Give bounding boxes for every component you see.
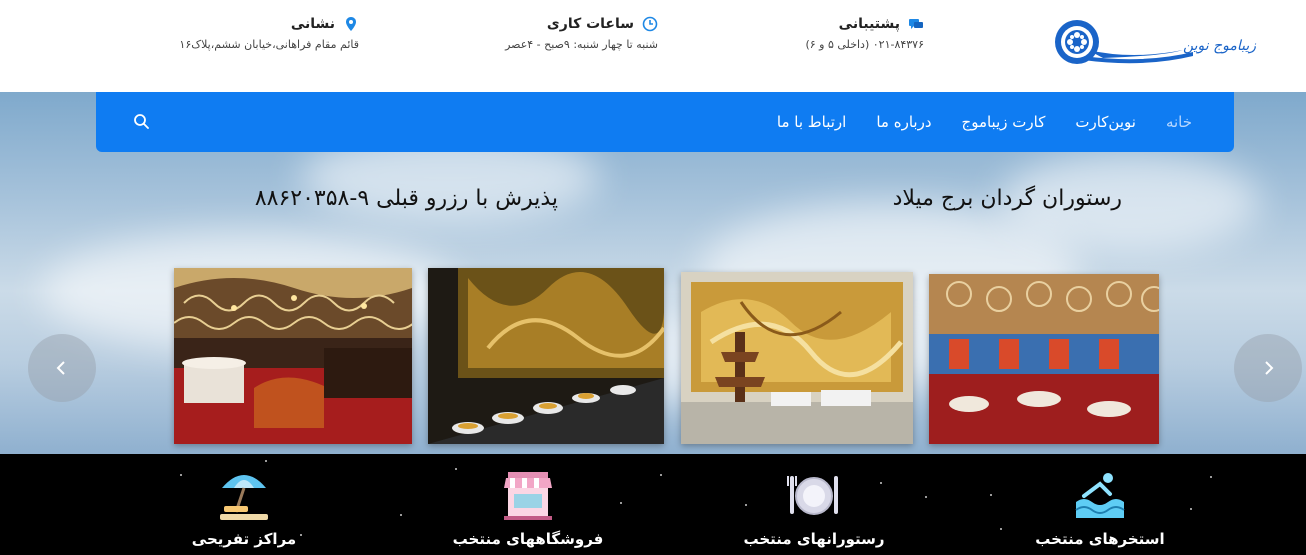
chevron-right-icon [1265,361,1274,375]
beach-umbrella-icon [220,475,268,520]
slider-prev-button[interactable] [28,334,96,402]
category-label: رستورانهای منتخب [743,530,885,548]
hours-title: ساعات کاری [546,16,634,32]
slider-next-button[interactable] [1234,334,1302,402]
nav-home[interactable]: خانه [1166,113,1192,131]
support-info: پشتیبانی ۰۲۱-۸۴۳۷۶ (داخلی ۵ و ۶) [805,16,924,51]
clock-icon [642,16,658,32]
slide-headline-restaurant: رستوران گردان برج میلاد [892,186,1122,211]
category-restaurants[interactable]: رستورانهای منتخب [714,466,914,548]
shop-icon [504,472,552,520]
category-label: مراکز تفریحی [191,530,297,548]
support-phone[interactable]: ۰۲۱-۸۴۳۷۶ (داخلی ۵ و ۶) [805,38,924,51]
chat-icon [909,19,923,29]
restaurant-photo-dining-hall [929,274,1159,444]
category-label: فروشگاههای منتخب [452,530,604,548]
main-navbar: خانه نوین‌کارت کارت زیباموج درباره ما ار… [96,92,1234,152]
category-shops[interactable]: فروشگاههای منتخب [428,466,628,548]
nav-about[interactable]: درباره ما [876,113,931,131]
address-info: نشانی قائم مقام فراهانی،خیابان ششم،پلاک۱… [179,16,359,51]
nav-contact[interactable]: ارتباط با ما [777,113,846,131]
hours-value: شنبه تا چهار شنبه: ۹صبح - ۴عصر [505,38,658,51]
pool-icon [1075,473,1125,518]
map-pin-icon [346,17,356,31]
nav-zibamoj-card[interactable]: کارت زیباموج [962,113,1046,131]
slide-headline-reservation: پذیرش با رزرو قبلی ۹-۸۸۶۲۰۳۵۸ [254,186,558,211]
category-pools[interactable]: استخرهای منتخب [1000,466,1200,548]
hero-slider: خانه نوین‌کارت کارت زیباموج درباره ما ار… [0,92,1306,454]
nav-novin-card[interactable]: نوین‌کارت [1075,113,1136,131]
support-title: پشتیبانی [838,16,900,32]
top-info-bar: زیباموج نوین پشتیبانی ۰۲۱-۸۴۳۷۶ (داخلی ۵… [0,0,1306,92]
featured-categories: استخرهای منتخب رستورانهای منتخب فروشگاهه… [0,454,1306,555]
restaurant-photo-fountain [681,272,913,444]
address-title: نشانی [290,16,335,32]
restaurant-photo-lounge [174,268,412,444]
logo-text: زیباموج نوین [1183,38,1257,54]
search-icon[interactable] [132,112,152,132]
category-entertainment[interactable]: مراکز تفریحی [144,466,344,548]
chevron-left-icon [56,361,65,375]
restaurant-photo-buffet [428,268,664,444]
site-logo[interactable]: زیباموج نوین [1043,16,1256,72]
address-value: قائم مقام فراهانی،خیابان ششم،پلاک۱۶ [179,38,359,51]
working-hours-info: ساعات کاری شنبه تا چهار شنبه: ۹صبح - ۴عص… [505,16,658,51]
dinner-plate-icon [787,476,838,515]
category-label: استخرهای منتخب [1035,530,1165,548]
